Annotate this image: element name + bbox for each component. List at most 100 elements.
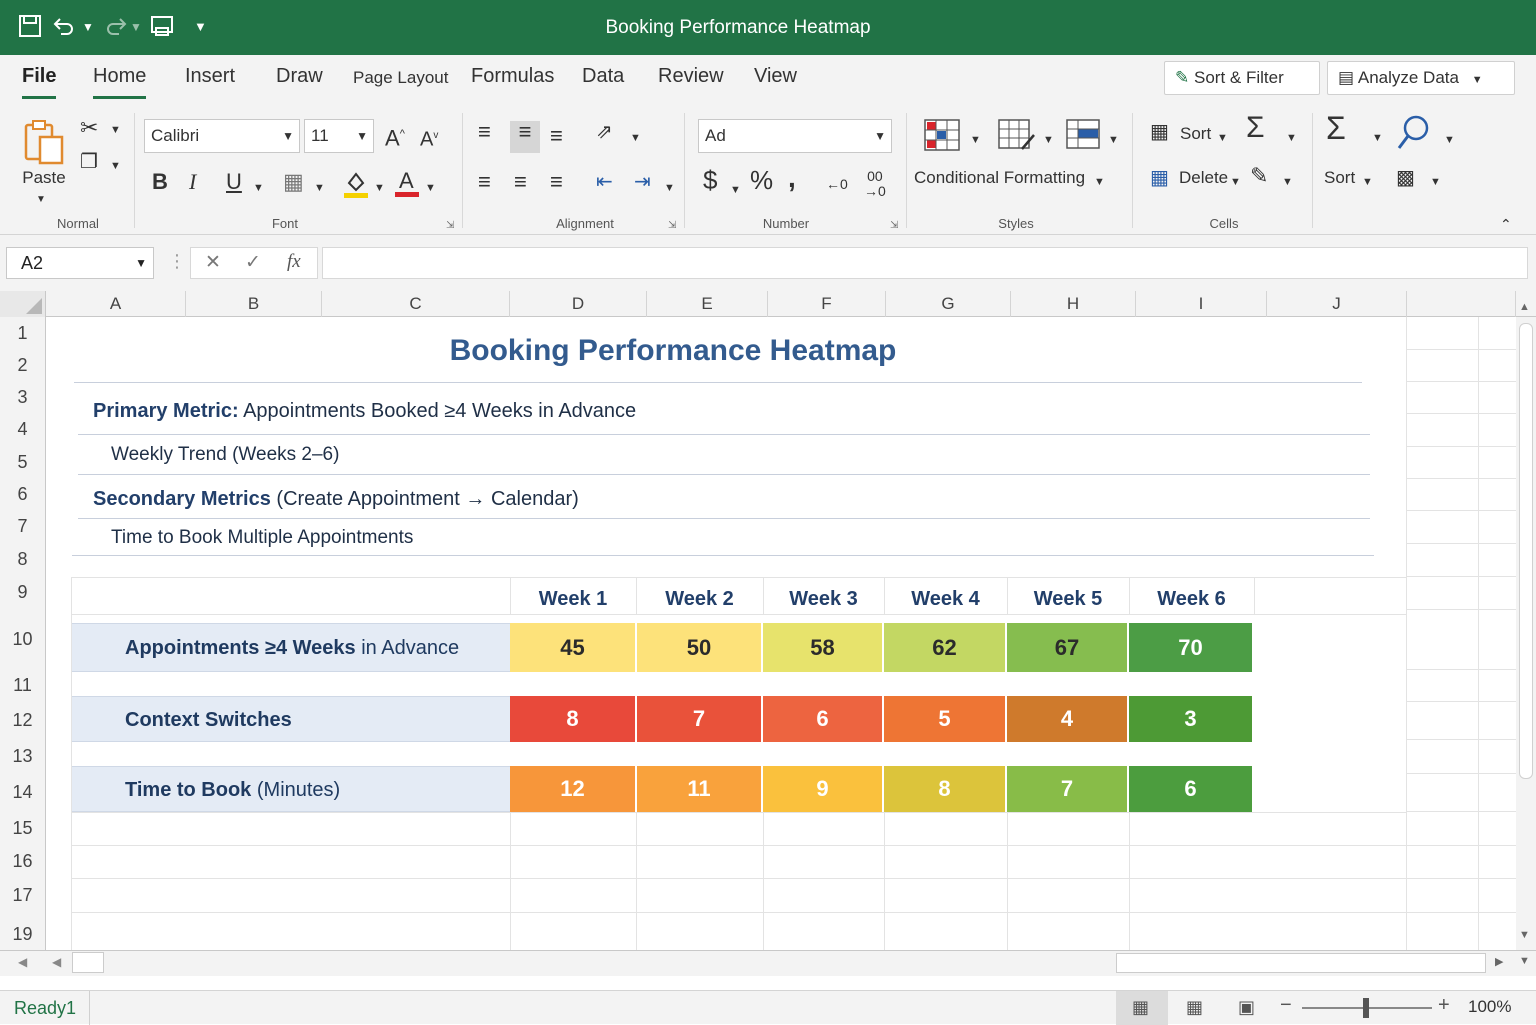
tab-draw[interactable]: Draw bbox=[276, 65, 323, 97]
autosum-dropdown-icon[interactable]: ▼ bbox=[1286, 127, 1297, 149]
zoom-out-icon[interactable]: − bbox=[1280, 994, 1292, 1017]
format-cells-icon[interactable]: ▩ bbox=[1396, 167, 1415, 189]
align-top-icon[interactable]: ≡ bbox=[478, 121, 491, 143]
clear-icon[interactable]: ✎ bbox=[1250, 165, 1268, 187]
orientation-dropdown-icon[interactable]: ▼ bbox=[630, 127, 641, 149]
copy-dropdown-icon[interactable]: ▼ bbox=[110, 155, 121, 177]
format-cells-dropdown-icon[interactable]: ▼ bbox=[1430, 171, 1441, 193]
insert-function-icon[interactable]: fx bbox=[287, 251, 301, 273]
scroll-right-icon[interactable]: ▶ bbox=[1495, 955, 1503, 968]
sheet-tab[interactable] bbox=[72, 952, 104, 973]
heatmap-cell[interactable]: 6 bbox=[1129, 766, 1254, 812]
row-header-7[interactable]: 7 bbox=[0, 510, 46, 543]
sum-icon[interactable]: Σ bbox=[1326, 112, 1346, 144]
vertical-scrollbar[interactable]: ▲ ▼ bbox=[1516, 301, 1536, 950]
increase-decimal-icon[interactable]: ←0 bbox=[826, 173, 848, 195]
cut-dropdown-icon[interactable]: ▼ bbox=[110, 119, 121, 141]
increase-indent-icon[interactable]: ⇥ bbox=[634, 171, 651, 193]
heatmap-cell[interactable]: 45 bbox=[510, 623, 637, 672]
name-box[interactable]: A2 ▼ bbox=[6, 247, 154, 279]
fill-color-icon[interactable] bbox=[343, 169, 369, 204]
row-header-2[interactable]: 2 bbox=[0, 349, 46, 381]
row-header-14[interactable]: 14 bbox=[0, 773, 46, 811]
heatmap-cell[interactable]: 50 bbox=[637, 623, 763, 672]
clear-dropdown-icon[interactable]: ▼ bbox=[1282, 171, 1293, 193]
align-right-icon[interactable]: ≡ bbox=[550, 171, 563, 193]
font-size-select[interactable]: 11 ▼ bbox=[304, 119, 374, 153]
column-header-b[interactable]: B bbox=[186, 291, 322, 317]
sort-editing-dropdown-icon[interactable]: ▼ bbox=[1362, 171, 1373, 193]
column-header-j[interactable]: J bbox=[1267, 291, 1407, 317]
heatmap-cell[interactable]: 5 bbox=[884, 696, 1007, 742]
first-sheet-icon[interactable]: ◀ bbox=[18, 955, 27, 969]
analyze-data-button[interactable]: ▤ Analyze Data ▼ bbox=[1327, 61, 1515, 95]
delete-dropdown-icon[interactable]: ▼ bbox=[1230, 171, 1241, 193]
row-header-16[interactable]: 16 bbox=[0, 845, 46, 878]
vertical-scroll-thumb[interactable] bbox=[1519, 323, 1533, 779]
row-header-12[interactable]: 12 bbox=[0, 701, 46, 739]
scroll-down-icon[interactable]: ▼ bbox=[1519, 929, 1530, 941]
insert-cells-icon[interactable]: ▦ bbox=[1150, 121, 1169, 143]
sort-filter-button[interactable]: ✎ Sort & Filter bbox=[1164, 61, 1320, 95]
tab-review[interactable]: Review bbox=[658, 65, 724, 97]
heatmap-cell[interactable]: 70 bbox=[1129, 623, 1254, 672]
sort-button[interactable]: Sort bbox=[1180, 123, 1211, 145]
sum-dropdown-icon[interactable]: ▼ bbox=[1372, 127, 1383, 149]
orientation-icon[interactable]: ⇗ bbox=[596, 121, 613, 143]
row-header-8[interactable]: 8 bbox=[0, 543, 46, 576]
align-bottom-icon[interactable]: ≡ bbox=[550, 125, 563, 147]
conditional-formatting-menu-icon[interactable]: ▼ bbox=[1094, 171, 1105, 193]
row-header-6[interactable]: 6 bbox=[0, 478, 46, 510]
zoom-in-icon[interactable]: + bbox=[1438, 994, 1450, 1017]
heatmap-cell[interactable]: 3 bbox=[1129, 696, 1254, 742]
row-header-13[interactable]: 13 bbox=[0, 739, 46, 773]
cell-styles-icon[interactable] bbox=[1066, 119, 1104, 156]
cancel-icon[interactable]: ✕ bbox=[205, 251, 221, 274]
column-header-g[interactable]: G bbox=[886, 291, 1011, 317]
currency-button[interactable]: $ bbox=[703, 167, 717, 193]
column-header-c[interactable]: C bbox=[322, 291, 510, 317]
tab-insert[interactable]: Insert bbox=[185, 65, 235, 97]
column-header-f[interactable]: F bbox=[768, 291, 886, 317]
zoom-slider-thumb[interactable] bbox=[1363, 998, 1369, 1018]
normal-view-icon[interactable]: ▦ bbox=[1132, 997, 1149, 1018]
increase-font-icon[interactable]: A^ bbox=[385, 123, 405, 149]
scroll-down-corner-icon[interactable]: ▼ bbox=[1519, 955, 1530, 967]
column-header-d[interactable]: D bbox=[510, 291, 647, 317]
heatmap-cell[interactable]: 7 bbox=[637, 696, 763, 742]
paste-button[interactable]: Paste bbox=[22, 167, 66, 189]
heatmap-cell[interactable]: 62 bbox=[884, 623, 1007, 672]
underline-dropdown-icon[interactable]: ▼ bbox=[253, 177, 264, 199]
page-break-view-icon[interactable]: ▣ bbox=[1238, 997, 1255, 1018]
heatmap-cell[interactable]: 12 bbox=[510, 766, 637, 812]
borders-dropdown-icon[interactable]: ▼ bbox=[314, 177, 325, 199]
page-layout-view-icon[interactable]: ▦ bbox=[1186, 997, 1203, 1018]
autosum-icon[interactable]: Σ bbox=[1246, 113, 1265, 143]
select-all-corner[interactable] bbox=[0, 291, 46, 317]
format-as-table-icon[interactable] bbox=[998, 119, 1036, 158]
row-header-5[interactable]: 5 bbox=[0, 446, 46, 478]
row-header-17[interactable]: 17 bbox=[0, 878, 46, 912]
tab-page-layout[interactable]: Page Layout bbox=[353, 68, 448, 100]
column-header-e[interactable]: E bbox=[647, 291, 768, 317]
column-header-k[interactable] bbox=[1407, 291, 1516, 317]
find-dropdown-icon[interactable]: ▼ bbox=[1444, 129, 1455, 151]
delete-cells-icon[interactable]: ▦ bbox=[1150, 167, 1169, 189]
underline-button[interactable]: U bbox=[226, 171, 242, 193]
sort-dropdown-icon[interactable]: ▼ bbox=[1217, 127, 1228, 149]
percent-button[interactable]: % bbox=[750, 167, 773, 193]
paste-dropdown-icon[interactable]: ▼ bbox=[36, 189, 46, 211]
heatmap-cell[interactable]: 11 bbox=[637, 766, 763, 812]
row-header-11[interactable]: 11 bbox=[0, 669, 46, 701]
align-left-icon[interactable]: ≡ bbox=[478, 171, 491, 193]
heatmap-cell[interactable]: 9 bbox=[763, 766, 884, 812]
borders-icon[interactable]: ▦ bbox=[283, 171, 304, 193]
bold-button[interactable]: B bbox=[152, 171, 168, 193]
enter-icon[interactable]: ✓ bbox=[245, 251, 261, 274]
conditional-formatting-button[interactable]: Conditional Formatting bbox=[914, 167, 1085, 189]
align-center-icon[interactable]: ≡ bbox=[514, 171, 527, 193]
conditional-formatting-icon[interactable] bbox=[924, 119, 960, 156]
row-header-15[interactable]: 15 bbox=[0, 811, 46, 845]
row-header-19[interactable]: 19 bbox=[0, 912, 46, 950]
tab-file[interactable]: File bbox=[22, 65, 57, 99]
